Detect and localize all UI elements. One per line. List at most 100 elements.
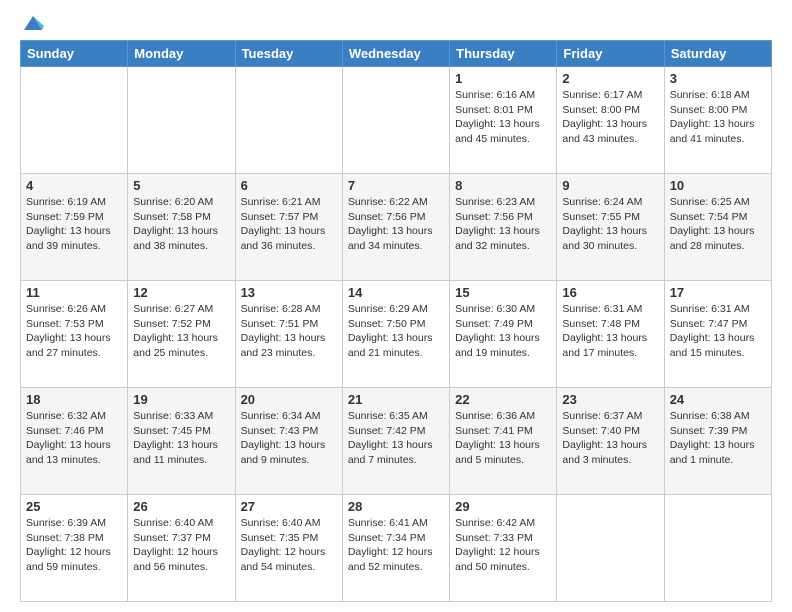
calendar-week-3: 18Sunrise: 6:32 AMSunset: 7:46 PMDayligh… [21, 388, 772, 495]
day-info: Sunrise: 6:39 AMSunset: 7:38 PMDaylight:… [26, 516, 122, 575]
calendar-cell: 15 Sunrise: 6:30 AMSunset: 7:49 PMDayligh… [450, 281, 557, 388]
calendar-cell: 27 Sunrise: 6:40 AMSunset: 7:35 PMDayligh… [235, 495, 342, 602]
calendar-cell: 21 Sunrise: 6:35 AMSunset: 7:42 PMDayligh… [342, 388, 449, 495]
day-info: Sunrise: 6:37 AMSunset: 7:40 PMDaylight:… [562, 409, 658, 468]
calendar-cell: 22Sunrise: 6:36 AMSunset: 7:41 PMDayligh… [450, 388, 557, 495]
day-info: Sunrise: 6:20 AMSunset: 7:58 PMDaylight:… [133, 195, 229, 254]
day-info: Sunrise: 6:32 AMSunset: 7:46 PMDaylight:… [26, 409, 122, 468]
day-info: Sunrise: 6:19 AMSunset: 7:59 PMDaylight:… [26, 195, 122, 254]
day-info: Sunrise: 6:35 AMSunset: 7:42 PMDaylight:… [348, 409, 444, 468]
calendar-header-tuesday: Tuesday [235, 41, 342, 67]
day-number: 29 [455, 499, 551, 514]
calendar-cell [557, 495, 664, 602]
calendar-cell: 24 Sunrise: 6:38 AMSunset: 7:39 PMDayligh… [664, 388, 771, 495]
day-number: 5 [133, 178, 229, 193]
day-number: 24 [670, 392, 766, 407]
day-info: Sunrise: 6:42 AMSunset: 7:33 PMDaylight:… [455, 516, 551, 575]
day-info: Sunrise: 6:16 AMSunset: 8:01 PMDaylight:… [455, 88, 551, 147]
calendar-cell: 10 Sunrise: 6:25 AMSunset: 7:54 PMDayligh… [664, 174, 771, 281]
day-info: Sunrise: 6:26 AMSunset: 7:53 PMDaylight:… [26, 302, 122, 361]
day-number: 16 [562, 285, 658, 300]
day-number: 23 [562, 392, 658, 407]
day-number: 6 [241, 178, 337, 193]
calendar-cell: 12 Sunrise: 6:27 AMSunset: 7:52 PMDayligh… [128, 281, 235, 388]
day-info: Sunrise: 6:41 AMSunset: 7:34 PMDaylight:… [348, 516, 444, 575]
day-info: Sunrise: 6:29 AMSunset: 7:50 PMDaylight:… [348, 302, 444, 361]
calendar-cell: 23 Sunrise: 6:37 AMSunset: 7:40 PMDayligh… [557, 388, 664, 495]
day-number: 13 [241, 285, 337, 300]
calendar-week-4: 25 Sunrise: 6:39 AMSunset: 7:38 PMDayligh… [21, 495, 772, 602]
calendar-cell: 20 Sunrise: 6:34 AMSunset: 7:43 PMDayligh… [235, 388, 342, 495]
calendar-cell: 3 Sunrise: 6:18 AMSunset: 8:00 PMDaylight… [664, 67, 771, 174]
day-info: Sunrise: 6:40 AMSunset: 7:37 PMDaylight:… [133, 516, 229, 575]
day-number: 22 [455, 392, 551, 407]
day-info: Sunrise: 6:21 AMSunset: 7:57 PMDaylight:… [241, 195, 337, 254]
calendar-cell [342, 67, 449, 174]
calendar-cell: 2Sunrise: 6:17 AMSunset: 8:00 PMDaylight… [557, 67, 664, 174]
calendar-cell [664, 495, 771, 602]
day-number: 17 [670, 285, 766, 300]
day-number: 4 [26, 178, 122, 193]
calendar-header-monday: Monday [128, 41, 235, 67]
day-info: Sunrise: 6:25 AMSunset: 7:54 PMDaylight:… [670, 195, 766, 254]
calendar-header-sunday: Sunday [21, 41, 128, 67]
calendar-cell: 28Sunrise: 6:41 AMSunset: 7:34 PMDayligh… [342, 495, 449, 602]
day-number: 15 [455, 285, 551, 300]
logo-icon [22, 12, 44, 34]
calendar-cell: 19Sunrise: 6:33 AMSunset: 7:45 PMDayligh… [128, 388, 235, 495]
calendar-cell: 9 Sunrise: 6:24 AMSunset: 7:55 PMDaylight… [557, 174, 664, 281]
day-number: 19 [133, 392, 229, 407]
calendar-cell: 4 Sunrise: 6:19 AMSunset: 7:59 PMDaylight… [21, 174, 128, 281]
calendar-cell: 1 Sunrise: 6:16 AMSunset: 8:01 PMDaylight… [450, 67, 557, 174]
calendar-cell: 7 Sunrise: 6:22 AMSunset: 7:56 PMDaylight… [342, 174, 449, 281]
day-number: 21 [348, 392, 444, 407]
day-number: 3 [670, 71, 766, 86]
calendar-cell [21, 67, 128, 174]
calendar-week-0: 1 Sunrise: 6:16 AMSunset: 8:01 PMDaylight… [21, 67, 772, 174]
calendar-cell: 8 Sunrise: 6:23 AMSunset: 7:56 PMDaylight… [450, 174, 557, 281]
calendar-week-2: 11 Sunrise: 6:26 AMSunset: 7:53 PMDayligh… [21, 281, 772, 388]
page: SundayMondayTuesdayWednesdayThursdayFrid… [0, 0, 792, 612]
calendar-week-1: 4 Sunrise: 6:19 AMSunset: 7:59 PMDaylight… [21, 174, 772, 281]
day-number: 27 [241, 499, 337, 514]
day-number: 10 [670, 178, 766, 193]
calendar-header-thursday: Thursday [450, 41, 557, 67]
day-info: Sunrise: 6:17 AMSunset: 8:00 PMDaylight:… [562, 88, 658, 147]
day-info: Sunrise: 6:28 AMSunset: 7:51 PMDaylight:… [241, 302, 337, 361]
calendar: SundayMondayTuesdayWednesdayThursdayFrid… [20, 40, 772, 602]
header [20, 16, 772, 34]
day-number: 8 [455, 178, 551, 193]
day-info: Sunrise: 6:40 AMSunset: 7:35 PMDaylight:… [241, 516, 337, 575]
calendar-cell: 13 Sunrise: 6:28 AMSunset: 7:51 PMDayligh… [235, 281, 342, 388]
day-info: Sunrise: 6:31 AMSunset: 7:47 PMDaylight:… [670, 302, 766, 361]
day-info: Sunrise: 6:27 AMSunset: 7:52 PMDaylight:… [133, 302, 229, 361]
calendar-cell: 29 Sunrise: 6:42 AMSunset: 7:33 PMDayligh… [450, 495, 557, 602]
day-number: 25 [26, 499, 122, 514]
day-info: Sunrise: 6:18 AMSunset: 8:00 PMDaylight:… [670, 88, 766, 147]
day-info: Sunrise: 6:30 AMSunset: 7:49 PMDaylight:… [455, 302, 551, 361]
calendar-header-row: SundayMondayTuesdayWednesdayThursdayFrid… [21, 41, 772, 67]
day-number: 14 [348, 285, 444, 300]
day-number: 1 [455, 71, 551, 86]
day-number: 26 [133, 499, 229, 514]
day-number: 20 [241, 392, 337, 407]
day-number: 12 [133, 285, 229, 300]
day-number: 11 [26, 285, 122, 300]
calendar-cell: 16 Sunrise: 6:31 AMSunset: 7:48 PMDayligh… [557, 281, 664, 388]
calendar-cell [128, 67, 235, 174]
calendar-cell: 17 Sunrise: 6:31 AMSunset: 7:47 PMDayligh… [664, 281, 771, 388]
day-info: Sunrise: 6:22 AMSunset: 7:56 PMDaylight:… [348, 195, 444, 254]
day-number: 9 [562, 178, 658, 193]
day-info: Sunrise: 6:24 AMSunset: 7:55 PMDaylight:… [562, 195, 658, 254]
day-number: 7 [348, 178, 444, 193]
calendar-header-saturday: Saturday [664, 41, 771, 67]
calendar-cell: 11 Sunrise: 6:26 AMSunset: 7:53 PMDayligh… [21, 281, 128, 388]
calendar-cell: 26 Sunrise: 6:40 AMSunset: 7:37 PMDayligh… [128, 495, 235, 602]
day-info: Sunrise: 6:23 AMSunset: 7:56 PMDaylight:… [455, 195, 551, 254]
day-info: Sunrise: 6:34 AMSunset: 7:43 PMDaylight:… [241, 409, 337, 468]
day-info: Sunrise: 6:38 AMSunset: 7:39 PMDaylight:… [670, 409, 766, 468]
calendar-cell: 5 Sunrise: 6:20 AMSunset: 7:58 PMDaylight… [128, 174, 235, 281]
day-info: Sunrise: 6:31 AMSunset: 7:48 PMDaylight:… [562, 302, 658, 361]
calendar-header-wednesday: Wednesday [342, 41, 449, 67]
calendar-cell: 14 Sunrise: 6:29 AMSunset: 7:50 PMDayligh… [342, 281, 449, 388]
